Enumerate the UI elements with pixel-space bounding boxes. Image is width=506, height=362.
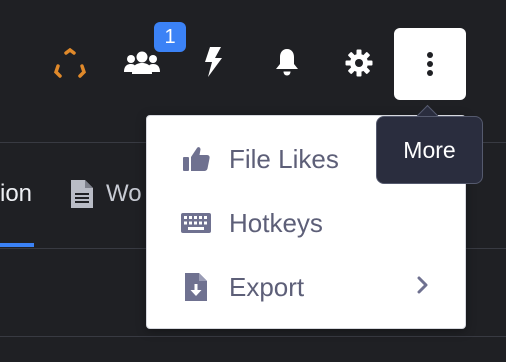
gear-icon[interactable] — [344, 48, 374, 78]
tab-active-label[interactable]: ion — [0, 180, 32, 208]
active-tab-underline — [0, 243, 34, 247]
logo-icon[interactable] — [52, 46, 88, 82]
team-badge: 1 — [154, 22, 186, 52]
menu-item-hotkeys[interactable]: Hotkeys — [147, 191, 465, 255]
more-vertical-icon — [427, 52, 433, 76]
tab-second-label[interactable]: Wo — [106, 180, 142, 208]
bell-icon[interactable] — [272, 46, 302, 78]
thumbs-up-icon — [181, 144, 211, 174]
more-button[interactable] — [394, 28, 466, 100]
document-icon — [70, 178, 94, 210]
menu-item-label: File Likes — [229, 143, 339, 174]
file-download-icon — [181, 272, 211, 302]
more-tooltip: More — [376, 116, 483, 184]
chevron-right-icon — [417, 276, 429, 299]
users-icon[interactable] — [124, 48, 160, 78]
menu-item-label: Export — [229, 271, 305, 302]
menu-item-export[interactable]: Export — [147, 255, 465, 319]
lightning-icon[interactable] — [200, 46, 226, 78]
content-divider — [0, 336, 506, 337]
menu-item-label: Hotkeys — [229, 207, 323, 238]
keyboard-icon — [181, 208, 211, 238]
